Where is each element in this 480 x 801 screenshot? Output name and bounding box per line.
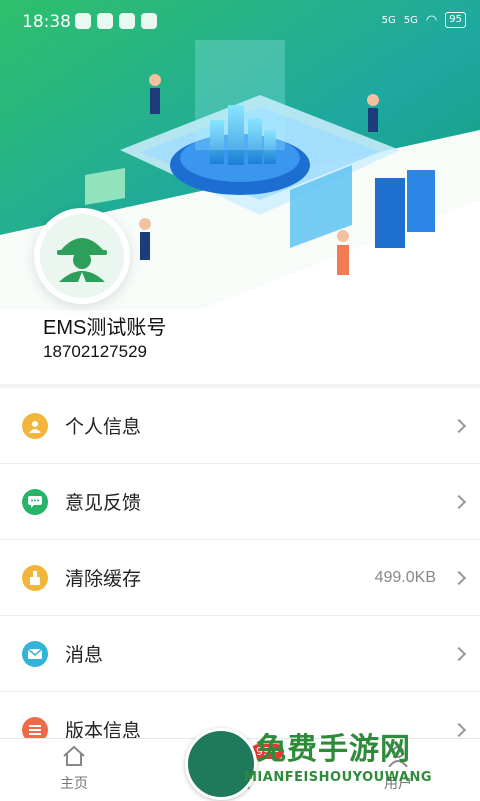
message-icon <box>97 13 113 29</box>
wechat-icon <box>75 13 91 29</box>
chat-icon <box>22 488 48 515</box>
battery-indicator: 95 <box>445 12 466 28</box>
menu-item-messages[interactable]: 消息 <box>0 616 480 692</box>
watermark-logo-icon <box>185 728 257 800</box>
profile-phone: 18702127529 <box>43 342 148 361</box>
chevron-right-icon <box>451 494 467 509</box>
settings-menu: 个人信息 意见反馈 清除缓存 499.0KB 消息 版本信息 <box>0 388 480 768</box>
menu-label: 个人信息 <box>65 416 142 438</box>
menu-label: 消息 <box>65 644 104 666</box>
menu-label: 意见反馈 <box>65 492 142 514</box>
chevron-right-icon <box>451 646 467 661</box>
worker-helmet-icon <box>57 238 107 282</box>
signal-label-1: 5G <box>381 14 396 26</box>
menu-item-feedback[interactable]: 意见反馈 <box>0 464 480 540</box>
status-time: 18:38 <box>22 12 71 32</box>
notification-icons <box>75 13 157 29</box>
tab-home[interactable]: 主页 <box>60 745 88 793</box>
watermark-title: 免费手游网 <box>256 732 411 767</box>
avatar-inner <box>40 214 124 298</box>
person-icon <box>22 412 48 439</box>
menu-item-personal-info[interactable]: 个人信息 <box>0 388 480 464</box>
home-icon <box>63 745 85 766</box>
status-bar: 18:38 5G 5G ◠ 95 <box>0 0 480 44</box>
avatar[interactable] <box>34 208 130 304</box>
chevron-right-icon <box>451 418 467 433</box>
cache-size-value: 499.0KB <box>374 568 436 586</box>
watermark: 免费手游网 MIANFEISHOUYOUWANG <box>182 722 480 800</box>
signal-label-2: 5G <box>403 14 418 26</box>
wifi-icon: ◠ <box>425 12 438 28</box>
status-right: 5G 5G ◠ 95 <box>382 12 466 28</box>
broom-icon <box>22 564 48 591</box>
tab-label: 主页 <box>60 776 88 792</box>
menu-label: 清除缓存 <box>65 568 142 590</box>
mail-icon <box>22 640 48 667</box>
profile-name: EMS测试账号 <box>43 317 167 339</box>
menu-item-clear-cache[interactable]: 清除缓存 499.0KB <box>0 540 480 616</box>
app-icon <box>141 13 157 29</box>
mail-icon <box>119 13 135 29</box>
chevron-right-icon <box>451 570 467 585</box>
watermark-subtitle: MIANFEISHOUYOUWANG <box>244 770 433 785</box>
